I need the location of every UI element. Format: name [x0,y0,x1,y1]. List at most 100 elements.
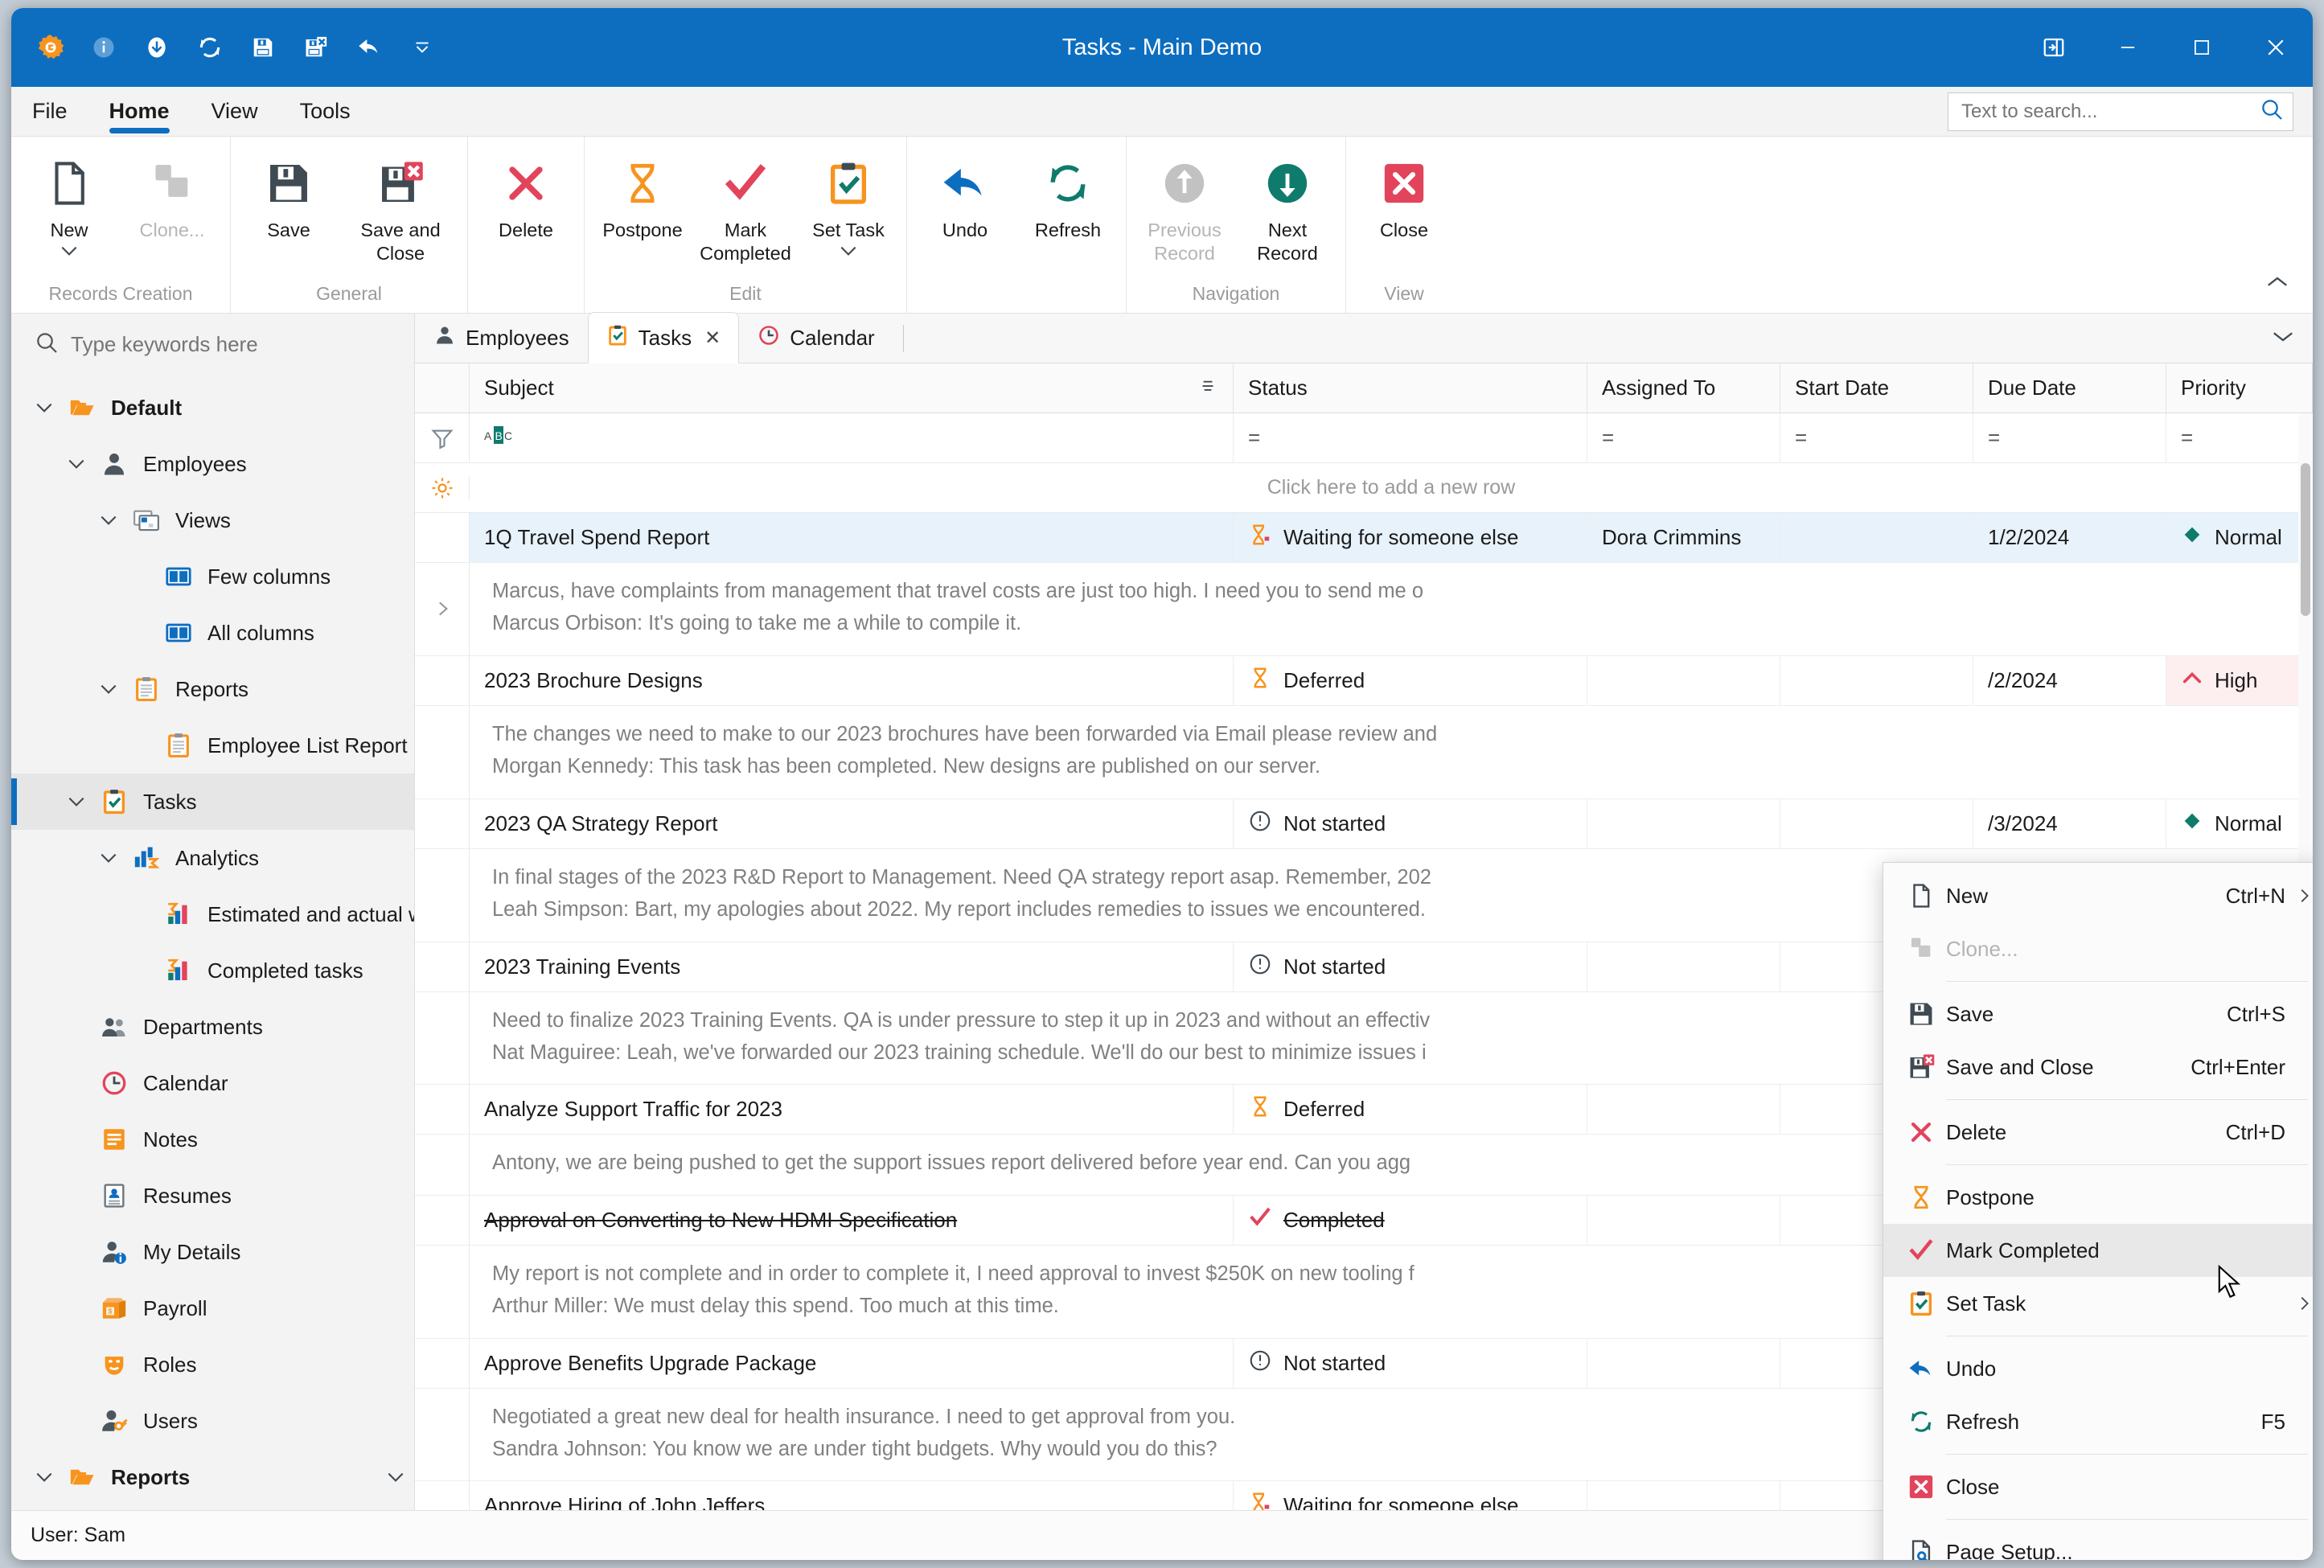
cell-priority[interactable]: High [2166,655,2313,705]
ribbon-button-save-and-close[interactable]: Save and Close [340,146,461,267]
ribbon-tab-file[interactable]: File [11,87,88,136]
chevron-down-icon[interactable] [59,244,80,262]
undo-icon[interactable] [344,23,394,72]
detail-expander[interactable] [415,848,470,942]
cell-assigned-to[interactable] [1587,942,1780,991]
filter-cell-assigned-to[interactable]: = [1587,413,1780,462]
grid-new-row[interactable]: Click here to add a new row [415,463,2313,513]
column-header-assigned-to[interactable]: Assigned To [1587,363,1780,413]
app-logo-icon[interactable] [26,23,76,72]
ribbon-tab-view[interactable]: View [191,87,279,136]
ribbon-button-save[interactable]: Save [237,146,340,267]
sort-indicator-icon[interactable] [1197,375,1218,401]
context-menu-item-set-task[interactable]: Set Task [1883,1277,2313,1330]
sidebar-item-default[interactable]: Default [11,380,414,436]
ribbon-button-set-task[interactable]: Set Task [797,146,900,267]
filter-cell-status[interactable]: = [1234,413,1587,462]
chevron-down-icon[interactable] [90,682,127,696]
filter-gutter[interactable] [415,413,470,462]
context-menu-item-new[interactable]: New Ctrl+N [1883,869,2313,922]
filter-cell-due-date[interactable]: = [1973,413,2166,462]
search-input[interactable] [1961,100,2259,123]
grid-filter-row[interactable]: A B C = = = = = [415,413,2313,463]
collapse-group-chevron-icon[interactable] [385,1470,406,1484]
ribbon-button-refresh[interactable]: Refresh [1016,146,1119,267]
cell-subject[interactable]: Approve Hiring of John Jeffers [470,1481,1234,1510]
sidebar-search-box[interactable] [11,314,414,375]
info-icon[interactable] [79,23,129,72]
sidebar-item-employee-list-report[interactable]: Employee List Report [11,717,414,774]
cell-due-date[interactable]: /2/2024 [1973,655,2166,705]
save-and-close-icon[interactable] [291,23,341,72]
sidebar-item-payroll[interactable]: $ Payroll [11,1280,414,1336]
context-menu-item-mark-completed[interactable]: Mark Completed [1883,1224,2313,1277]
column-header-priority[interactable]: Priority [2166,363,2313,413]
cell-priority[interactable]: Normal [2166,513,2313,562]
column-header-start-date[interactable]: Start Date [1780,363,1973,413]
close-tab-icon[interactable]: ✕ [704,326,721,350]
context-menu-item-save[interactable]: Save Ctrl+S [1883,987,2313,1041]
cell-assigned-to[interactable] [1587,1481,1780,1510]
filter-cell-priority[interactable]: = [2166,413,2313,462]
chevron-down-icon[interactable] [838,244,859,262]
cell-status[interactable]: Not started [1234,1338,1587,1388]
cell-status[interactable]: Completed [1234,1195,1587,1245]
context-menu-item-delete[interactable]: Delete Ctrl+D [1883,1106,2313,1159]
filter-mode-equals-icon[interactable]: = [1248,425,1260,450]
document-tab-employees[interactable]: Employees [415,313,588,363]
detail-expander[interactable] [415,1388,470,1481]
refresh-icon[interactable] [185,23,235,72]
cell-subject[interactable]: 2023 QA Strategy Report [470,798,1234,848]
sidebar-item-employees[interactable]: Employees [11,436,414,492]
detail-expander[interactable] [415,705,470,798]
column-header-status[interactable]: Status [1234,363,1587,413]
chevron-down-icon[interactable] [26,400,63,415]
ribbon-button-close[interactable]: Close [1353,146,1456,267]
context-menu-item-page-setup[interactable]: Page Setup... [1883,1525,2313,1560]
tab-overflow-chevron-icon[interactable] [2271,328,2313,348]
ribbon-search-box[interactable] [1948,92,2293,131]
ribbon-button-next-record[interactable]: Next Record [1236,146,1339,267]
ribbon-tab-home[interactable]: Home [88,87,191,136]
cell-status[interactable]: Waiting for someone else [1234,1481,1587,1510]
filter-mode-equals-icon[interactable]: = [1988,425,2000,450]
sidebar-item-roles[interactable]: Roles [11,1336,414,1393]
sidebar-item-all-columns[interactable]: All columns [11,605,414,661]
ribbon-button-mark-completed[interactable]: Mark Completed [694,146,797,267]
table-row[interactable]: 2023 QA Strategy Report Not started/3/202… [415,798,2313,849]
submenu-chevron-right-icon[interactable] [2285,1295,2313,1312]
cell-subject[interactable]: 2023 Training Events [470,942,1234,991]
context-menu-item-undo[interactable]: Undo [1883,1342,2313,1395]
ribbon-tab-tools[interactable]: Tools [279,87,372,136]
close-button[interactable] [2239,8,2313,87]
ribbon-button-new[interactable]: New [18,146,121,267]
context-menu-item-refresh[interactable]: Refresh F5 [1883,1395,2313,1448]
cell-subject[interactable]: 1Q Travel Spend Report [470,513,1234,562]
submenu-chevron-right-icon[interactable] [2285,887,2313,905]
restore-layout-icon[interactable] [2017,8,2091,87]
cell-subject[interactable]: Approval on Converting to New HDMI Speci… [470,1195,1234,1245]
cell-start-date[interactable] [1780,655,1973,705]
sidebar-item-departments[interactable]: Departments [11,999,414,1055]
detail-expander[interactable] [415,1135,470,1195]
sidebar-item-my-details[interactable]: My Details [11,1224,414,1280]
chevron-down-icon[interactable] [58,457,95,471]
context-menu-item-postpone[interactable]: Postpone [1883,1171,2313,1224]
detail-expander[interactable] [415,563,470,655]
sidebar-item-calendar[interactable]: Calendar [11,1055,414,1111]
cell-status[interactable]: Deferred [1234,1085,1587,1135]
document-tab-calendar[interactable]: Calendar [739,313,893,363]
collapse-ribbon-chevron-icon[interactable] [2260,265,2295,300]
scrollbar-thumb[interactable] [2301,463,2310,616]
chevron-down-icon[interactable] [90,851,127,865]
chevron-down-icon[interactable] [58,794,95,809]
table-row[interactable]: 1Q Travel Spend Report Waiting for someon… [415,513,2313,563]
filter-cell-subject[interactable]: ABC [470,413,1234,462]
download-icon[interactable] [132,23,182,72]
cell-assigned-to[interactable] [1587,1085,1780,1135]
sidebar-item-users[interactable]: Users [11,1393,414,1449]
sidebar-search-input[interactable] [71,331,392,357]
detail-expander[interactable] [415,991,470,1085]
document-tab-tasks[interactable]: Tasks ✕ [587,312,740,363]
cell-priority[interactable]: Normal [2166,798,2313,848]
